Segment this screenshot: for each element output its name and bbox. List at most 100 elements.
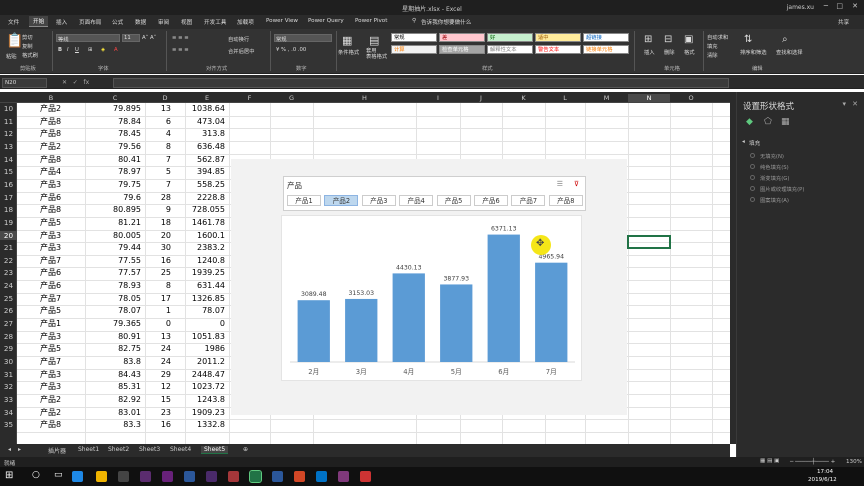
row-header[interactable]: 15 <box>0 167 17 176</box>
cell-style-7[interactable]: 解释性文本 <box>487 45 533 54</box>
after-effects-icon[interactable] <box>206 471 217 482</box>
row-header[interactable]: 31 <box>0 370 17 379</box>
column-header-m[interactable]: M <box>585 94 628 102</box>
add-sheet-icon[interactable]: ⊕ <box>243 446 248 453</box>
fill-option-3[interactable]: 渐变填充(G) <box>760 174 789 182</box>
explorer-icon[interactable] <box>96 471 107 482</box>
sheet-prev-icon[interactable]: ◂ <box>8 446 11 453</box>
tab-power-pivot[interactable]: Power Pivot <box>355 18 387 24</box>
wrap-text-button[interactable]: 自动换行 <box>228 35 249 43</box>
slicer-item-8[interactable]: 产品8 <box>548 195 583 206</box>
row-header[interactable]: 28 <box>0 332 17 341</box>
format-cells-icon[interactable]: ▣ <box>684 34 693 45</box>
zoom-level[interactable]: 130% <box>846 459 862 465</box>
slicer-item-5[interactable]: 产品5 <box>436 195 471 206</box>
insert-cells-icon[interactable]: ⊞ <box>644 34 652 45</box>
onenote-icon[interactable] <box>338 471 349 482</box>
slicer-item-1[interactable]: 产品1 <box>287 195 321 206</box>
delete-cells-button[interactable]: 删除 <box>664 48 675 56</box>
italic-button[interactable]: I <box>67 47 69 53</box>
cell-style-6[interactable]: 检查单元格 <box>439 45 485 54</box>
maximize-icon[interactable]: □ <box>836 2 843 10</box>
row-header[interactable]: 34 <box>0 408 17 417</box>
table-format-button[interactable]: 套用 表格格式 <box>366 48 387 60</box>
tab-file[interactable]: 文件 <box>8 18 19 26</box>
slicer-item-2[interactable]: 产品2 <box>324 195 359 206</box>
tab-addins[interactable]: 加载项 <box>237 18 254 26</box>
autosum-button[interactable]: 自动求和 <box>707 33 728 41</box>
cell-style-0[interactable]: 常规 <box>391 33 437 42</box>
fill-option-radio-3[interactable] <box>750 175 755 180</box>
formula-input[interactable] <box>113 78 729 88</box>
bold-button[interactable]: B <box>58 47 62 53</box>
cell-style-2[interactable]: 好 <box>487 33 533 42</box>
tab-home[interactable]: 开始 <box>29 16 49 27</box>
currency-icon[interactable]: ¥ % , .0 .00 <box>276 47 306 53</box>
bar-3[interactable] <box>392 273 425 362</box>
merge-center-button[interactable]: 合并后居中 <box>228 47 255 55</box>
column-header-g[interactable]: G <box>270 94 313 102</box>
pane-dropdown-icon[interactable]: ▾ <box>842 100 846 108</box>
row-header[interactable]: 23 <box>0 268 17 277</box>
bar-2[interactable] <box>345 298 378 362</box>
sort-filter-button[interactable]: 排序和筛选 <box>740 48 767 56</box>
powerpoint-icon[interactable] <box>294 471 305 482</box>
row-header[interactable]: 30 <box>0 357 17 366</box>
cell-style-1[interactable]: 差 <box>439 33 485 42</box>
tab-power-view[interactable]: Power View <box>266 18 298 24</box>
row-header[interactable]: 27 <box>0 319 17 328</box>
search-icon[interactable]: ○ <box>32 470 40 480</box>
underline-button[interactable]: U <box>75 47 79 53</box>
pane-close-icon[interactable]: ✕ <box>852 100 858 108</box>
tab-review[interactable]: 审阅 <box>158 18 169 26</box>
paste-icon[interactable]: 📋 <box>6 33 23 49</box>
sheet-tab-1[interactable]: 插片器 <box>48 446 66 455</box>
row-header[interactable]: 11 <box>0 117 17 126</box>
clear-button[interactable]: 清除 <box>707 51 718 59</box>
row-header[interactable]: 26 <box>0 306 17 315</box>
excel-icon[interactable] <box>249 470 262 483</box>
minimize-icon[interactable]: ─ <box>824 2 828 10</box>
delete-cells-icon[interactable]: ⊟ <box>664 34 672 45</box>
visual-studio-icon[interactable] <box>162 471 173 482</box>
sheet-tab-5[interactable]: Sheet4 <box>170 446 191 453</box>
fill-option-5[interactable]: 图案填充(A) <box>760 196 789 204</box>
insert-function-icon[interactable]: fx <box>84 79 90 86</box>
tab-page-layout[interactable]: 页面布局 <box>79 18 101 26</box>
access-icon[interactable] <box>228 471 239 482</box>
slicer-item-3[interactable]: 产品3 <box>361 195 396 206</box>
multi-select-icon[interactable]: ☰ <box>557 180 563 188</box>
other-app-icon[interactable] <box>360 471 371 482</box>
word-icon[interactable] <box>272 471 283 482</box>
column-header-f[interactable]: F <box>229 94 270 102</box>
app-icon[interactable] <box>118 471 129 482</box>
sheet-tab-6[interactable]: Sheet5 <box>201 446 229 454</box>
format-painter-button[interactable]: 格式刷 <box>22 51 38 59</box>
column-header-o[interactable]: O <box>670 94 712 102</box>
row-header[interactable]: 25 <box>0 294 17 303</box>
slicer-item-6[interactable]: 产品6 <box>474 195 508 206</box>
column-header-b[interactable]: B <box>17 94 85 102</box>
row-header[interactable]: 17 <box>0 193 17 202</box>
font-color-icon[interactable]: A <box>114 47 118 53</box>
fill-option-radio-2[interactable] <box>750 164 755 169</box>
sheet-tab-3[interactable]: Sheet2 <box>108 446 129 453</box>
format-cells-button[interactable]: 格式 <box>684 48 695 56</box>
fill-option-radio-4[interactable] <box>750 186 755 191</box>
column-header-d[interactable]: D <box>145 94 185 102</box>
zoom-slider[interactable]: ─ ─────┼──── + <box>790 459 835 465</box>
cell-style-3[interactable]: 适中 <box>535 33 581 42</box>
tab-formulas[interactable]: 公式 <box>112 18 123 26</box>
slicer-item-4[interactable]: 产品4 <box>399 195 434 206</box>
fill-option-2[interactable]: 纯色填充(S) <box>760 163 789 171</box>
fill-option-radio-5[interactable] <box>750 197 755 202</box>
fill-option-radio-1[interactable] <box>750 153 755 158</box>
row-header[interactable]: 10 <box>0 104 17 113</box>
row-header[interactable]: 19 <box>0 218 17 227</box>
find-select-icon[interactable]: ⌕ <box>782 34 788 45</box>
insert-cells-button[interactable]: 插入 <box>644 48 655 56</box>
clear-filter-icon[interactable]: ⊽ <box>574 180 579 188</box>
edge-icon[interactable] <box>72 471 83 482</box>
view-mode-icons[interactable]: ▦ ▤ ▣ <box>760 458 779 464</box>
row-header[interactable]: 24 <box>0 281 17 290</box>
